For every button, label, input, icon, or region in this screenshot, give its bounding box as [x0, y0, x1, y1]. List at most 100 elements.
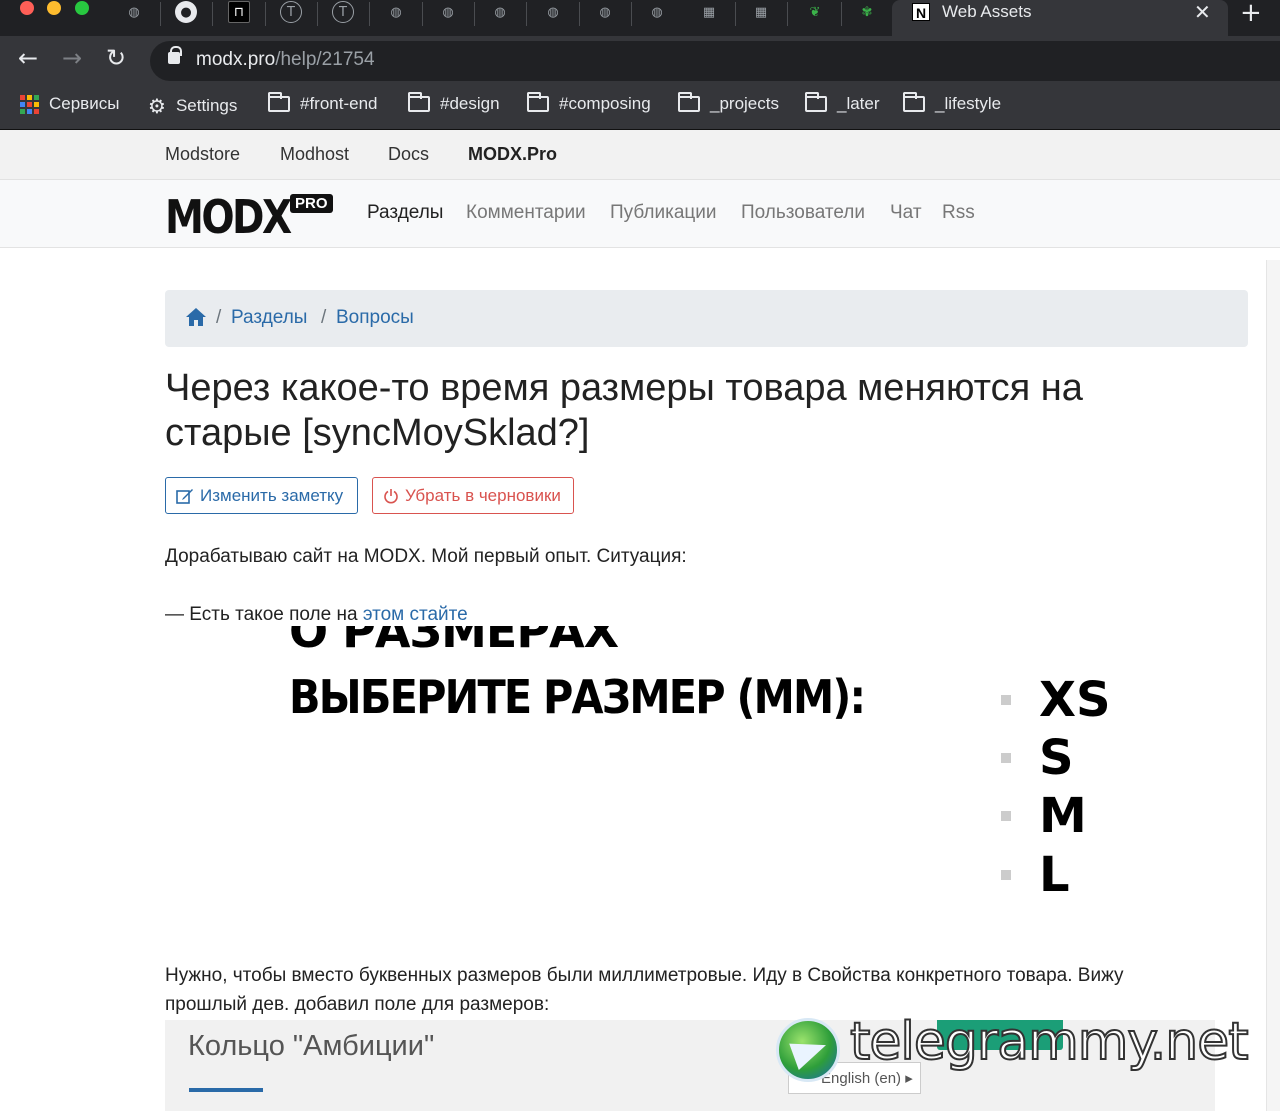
bookmark-label: _lifestyle: [935, 94, 1002, 113]
lock-icon: [168, 46, 182, 64]
bookmark-label: _later: [837, 94, 880, 113]
globe-tab-icon[interactable]: ◍: [385, 1, 407, 23]
paragraph-need: Нужно, чтобы вместо буквенных размеров б…: [165, 965, 1124, 1015]
nav-link-modx-pro[interactable]: MODX.Pro: [468, 144, 557, 165]
bookmark-settings[interactable]: ⚙ Settings: [148, 94, 237, 118]
page-title: Через какое-то время размеры товара меня…: [165, 367, 1083, 454]
url-host: modx.pro: [196, 49, 276, 70]
nav-link-publications[interactable]: Публикации: [610, 202, 717, 224]
paragraph-intro: Дорабатываю сайт на MODX. Мой первый опы…: [165, 546, 687, 567]
globe-tab-icon[interactable]: ◍: [542, 1, 564, 23]
page-scrollbar[interactable]: [1266, 260, 1280, 1111]
size-label: S: [1039, 730, 1074, 786]
folder-icon: [268, 92, 290, 112]
size-label: XS: [1039, 672, 1111, 728]
bookmark-label: Сервисы: [49, 94, 120, 113]
watermark: telegrammy.net: [776, 1011, 1276, 1088]
folder-icon: [678, 92, 700, 112]
watermark-text: telegrammy.net: [849, 1011, 1250, 1073]
home-icon[interactable]: [185, 307, 207, 327]
breadcrumb-questions[interactable]: Вопросы: [336, 307, 414, 329]
new-tab-icon[interactable]: +: [1240, 0, 1262, 28]
close-window-button[interactable]: [20, 1, 34, 15]
t-circle-tab-icon[interactable]: T: [332, 1, 354, 23]
reload-icon[interactable]: ↻: [106, 44, 126, 72]
globe-tab-icon[interactable]: ◍: [123, 1, 145, 23]
minimize-window-button[interactable]: [47, 1, 61, 15]
active-tab[interactable]: N Web Assets ✕: [892, 0, 1228, 36]
github-tab-icon[interactable]: ●: [175, 1, 197, 23]
folder-icon: [408, 92, 430, 112]
nav-link-comments[interactable]: Комментарии: [466, 202, 586, 224]
tab-separator: [265, 2, 266, 26]
bookmark-composing[interactable]: #composing: [527, 92, 651, 114]
bookmark-later[interactable]: _later: [805, 92, 880, 114]
size-option: XS: [1001, 672, 1111, 728]
bookmark-label: #composing: [559, 94, 651, 113]
breadcrumb-separator: /: [216, 307, 222, 328]
url-text: modx.pro/help/21754: [196, 49, 375, 71]
nav-link-sections[interactable]: Разделы: [367, 202, 443, 224]
size-option: L: [1001, 847, 1070, 903]
tab-separator: [526, 2, 527, 26]
site-main-nav: MODX PRO Разделы Комментарии Публикации …: [0, 180, 1280, 248]
bullet-icon: [1001, 695, 1011, 705]
globe-tab-icon[interactable]: ◍: [646, 1, 668, 23]
paper-plane-icon: [789, 1032, 831, 1070]
tab-separator: [841, 2, 842, 26]
edit-note-button[interactable]: Изменить заметку: [165, 477, 358, 514]
maximize-window-button[interactable]: [75, 1, 89, 15]
size-selector-image: О РАЗМЕРАХ ВЫБЕРИТЕ РАЗМЕР (ММ): XS S M …: [165, 626, 1265, 926]
back-arrow-icon[interactable]: ←: [18, 44, 38, 72]
bullet-icon: [1001, 811, 1011, 821]
close-tab-icon[interactable]: ✕: [1194, 0, 1211, 24]
move-to-drafts-button[interactable]: Убрать в черновики: [372, 477, 574, 514]
globe-tab-icon[interactable]: ◍: [594, 1, 616, 23]
nav-link-users[interactable]: Пользователи: [741, 202, 865, 224]
nav-link-modhost[interactable]: Modhost: [280, 144, 349, 165]
active-tab-indicator: [189, 1088, 263, 1092]
t-circle-tab-icon[interactable]: T: [280, 1, 302, 23]
leaf-tab-icon[interactable]: ❦: [804, 1, 826, 23]
bookmark-front-end[interactable]: #front-end: [268, 92, 378, 114]
size-label: L: [1039, 847, 1070, 903]
globe-tab-icon[interactable]: ◍: [437, 1, 459, 23]
site-link[interactable]: этом стайте: [363, 604, 468, 625]
bookmark-design[interactable]: #design: [408, 92, 500, 114]
nav-link-rss[interactable]: Rss: [942, 202, 975, 224]
bullet-icon: [1001, 753, 1011, 763]
breadcrumb-sections[interactable]: Разделы: [231, 307, 307, 329]
tab-separator: [369, 2, 370, 26]
size-option: M: [1001, 788, 1087, 844]
paragraph-field-text: — Есть такое поле на: [165, 604, 363, 625]
grid-tab-icon[interactable]: ▦: [698, 1, 720, 23]
edit-note-label: Изменить заметку: [200, 485, 344, 505]
tab-separator: [579, 2, 580, 26]
tab-separator: [317, 2, 318, 26]
tab-separator: [422, 2, 423, 26]
breadcrumb-separator: /: [321, 307, 327, 328]
tab-separator: [631, 2, 632, 26]
bookmark-lifestyle[interactable]: _lifestyle: [903, 92, 1002, 114]
tab-separator: [212, 2, 213, 26]
site-top-nav: Modstore Modhost Docs MODX.Pro: [0, 130, 1280, 180]
paragraph-field: — Есть такое поле на этом стайте: [165, 600, 468, 629]
globe-tab-icon[interactable]: ◍: [489, 1, 511, 23]
nav-link-modstore[interactable]: Modstore: [165, 144, 240, 165]
image-cut-text: О РАЗМЕРАХ: [289, 626, 619, 658]
bullet-icon: [1001, 870, 1011, 880]
logo-pro-badge: PRO: [290, 194, 333, 213]
forward-arrow-icon[interactable]: →: [62, 44, 82, 72]
nav-link-docs[interactable]: Docs: [388, 144, 429, 165]
bookmarks-bar: Сервисы ⚙ Settings #front-end #design #c…: [0, 84, 1280, 130]
active-tab-title: Web Assets: [942, 2, 1032, 21]
address-bar[interactable]: modx.pro/help/21754: [150, 41, 1280, 81]
grid-tab-icon[interactable]: ▦: [750, 1, 772, 23]
notion-icon: N: [912, 3, 930, 21]
modx-logo[interactable]: MODX: [165, 190, 292, 244]
plant-tab-icon[interactable]: ✾: [856, 1, 878, 23]
n-tab-icon[interactable]: ⊓: [228, 1, 250, 23]
nav-link-chat[interactable]: Чат: [890, 202, 922, 224]
bookmark-projects[interactable]: _projects: [678, 92, 779, 114]
bookmark-apps[interactable]: Сервисы: [20, 94, 119, 114]
